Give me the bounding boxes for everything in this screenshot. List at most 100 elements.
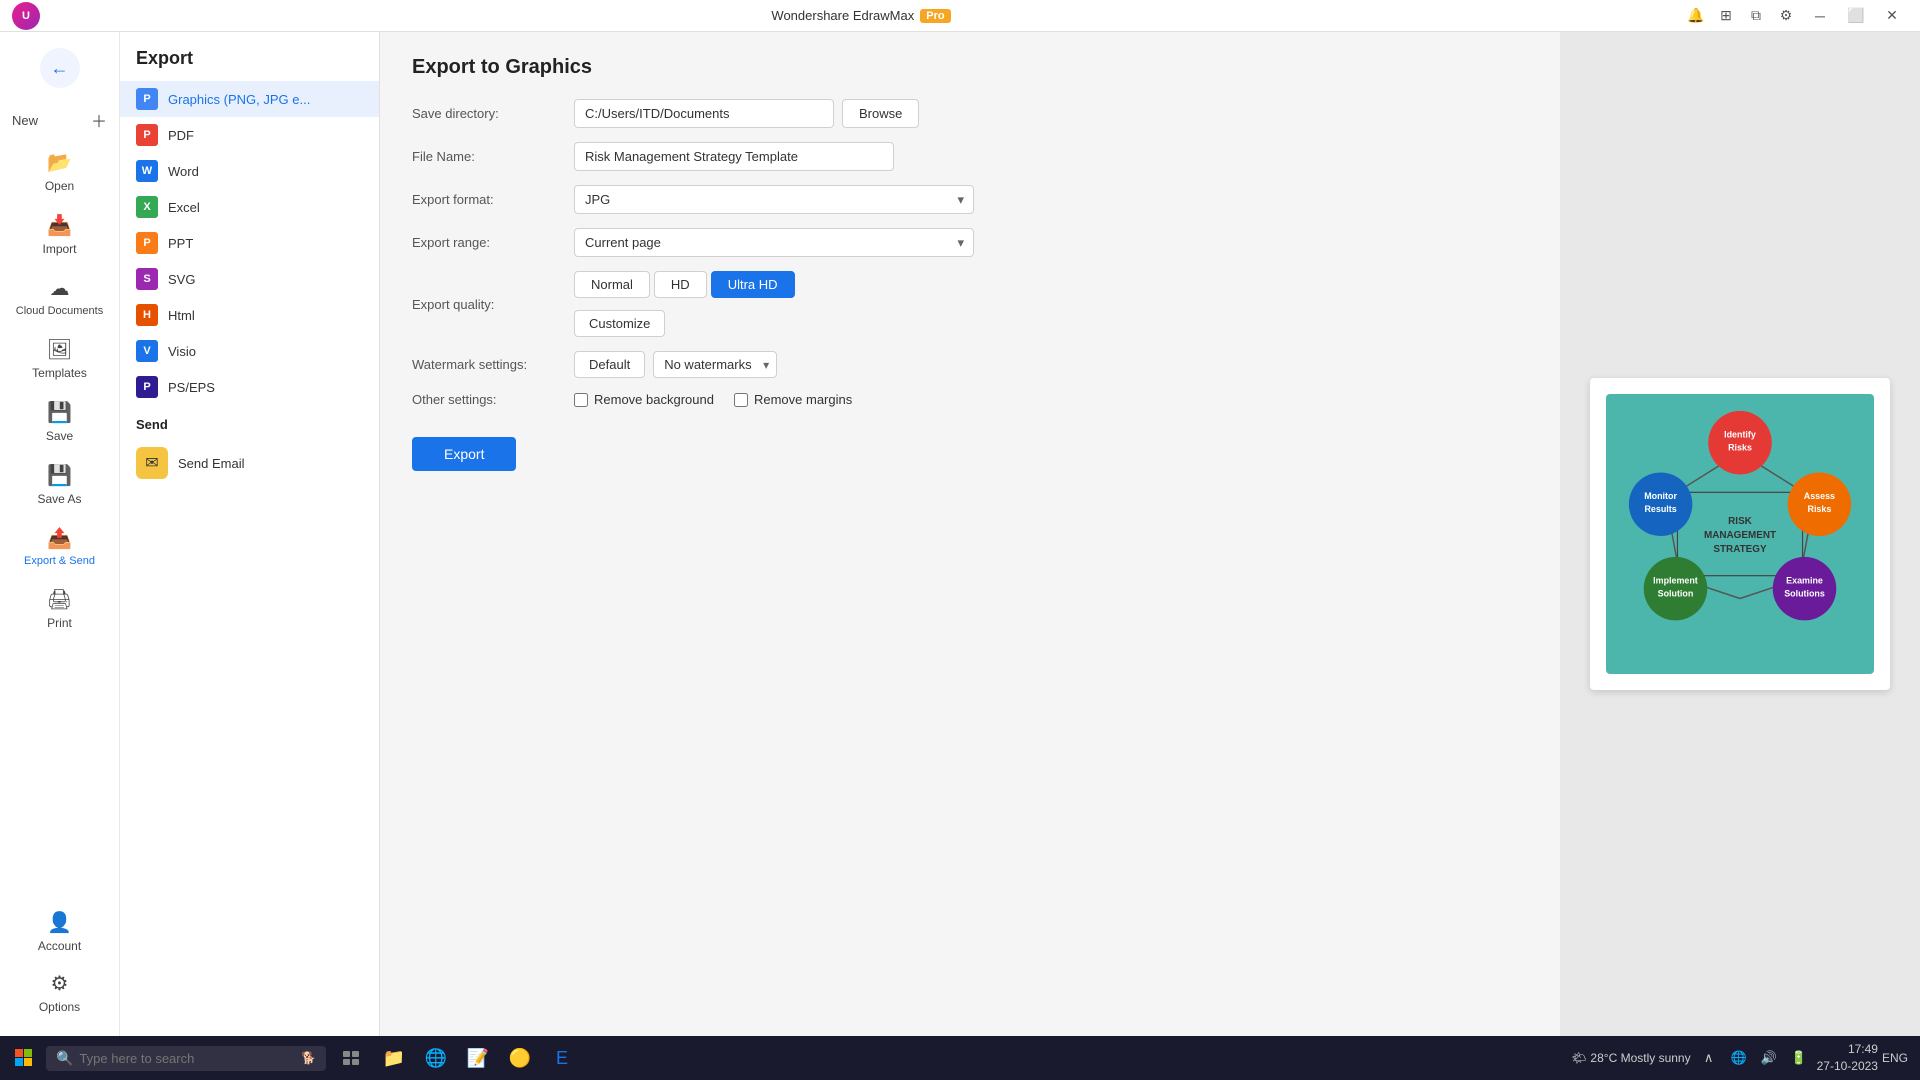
- watermark-select[interactable]: No watermarks Add watermark: [653, 351, 777, 378]
- taskbar-search-input[interactable]: [79, 1051, 279, 1066]
- send-section-label: Send: [120, 405, 379, 440]
- remove-background-checkbox[interactable]: [574, 393, 588, 407]
- edraw-icon: E: [556, 1048, 568, 1069]
- file-explorer-button[interactable]: 📁: [374, 1038, 414, 1078]
- svg-text:Examine: Examine: [1786, 576, 1823, 586]
- svg-text:Results: Results: [1644, 504, 1676, 514]
- excel-icon: X: [136, 196, 158, 218]
- network-icon[interactable]: 🌐: [1725, 1044, 1753, 1072]
- taskbar-search-bar[interactable]: 🔍 🐕: [46, 1046, 326, 1071]
- expand-tray-icon[interactable]: ∧: [1695, 1044, 1723, 1072]
- import-icon: 📥: [47, 213, 72, 238]
- close-button[interactable]: ✕: [1876, 2, 1908, 30]
- new-plus-icon: ＋: [91, 108, 107, 132]
- start-button[interactable]: [4, 1038, 44, 1078]
- nav-item-open[interactable]: 📂 Open: [8, 142, 111, 201]
- export-item-visio[interactable]: V Visio: [120, 333, 379, 369]
- time-display: 17:49: [1817, 1041, 1878, 1058]
- nav-item-account[interactable]: 👤 Account: [8, 902, 111, 961]
- battery-icon: 🔋: [1785, 1044, 1813, 1072]
- volume-icon[interactable]: 🔊: [1755, 1044, 1783, 1072]
- remove-margins-label[interactable]: Remove margins: [734, 392, 852, 407]
- templates-icon: 🖼: [47, 337, 72, 362]
- diagram-area: RISK MANAGEMENT STRATEGY Identify Risks …: [1606, 394, 1874, 674]
- save-directory-control: Browse: [574, 99, 919, 128]
- svg-text:Risks: Risks: [1808, 504, 1832, 514]
- edge-icon: 🌐: [425, 1048, 447, 1069]
- nav-item-templates[interactable]: 🖼 Templates: [8, 329, 111, 388]
- file-name-input[interactable]: [574, 142, 894, 171]
- export-item-excel[interactable]: X Excel: [120, 189, 379, 225]
- nav-item-new[interactable]: New ＋: [0, 100, 119, 140]
- notification-icon[interactable]: 🔔: [1682, 2, 1710, 30]
- clock[interactable]: 17:49 27-10-2023: [1817, 1041, 1878, 1075]
- export-item-html[interactable]: H Html: [120, 297, 379, 333]
- task-view-button[interactable]: [332, 1038, 372, 1078]
- content-area: Export to Graphics Save directory: Brows…: [380, 32, 1920, 1036]
- svg-text:Solutions: Solutions: [1784, 589, 1825, 599]
- nav-item-export[interactable]: 📤 Export & Send: [8, 518, 111, 575]
- export-item-pdf[interactable]: P PDF: [120, 117, 379, 153]
- export-quality-row: Export quality: Normal HD Ultra HD Custo…: [412, 271, 1528, 337]
- export-item-graphics[interactable]: P Graphics (PNG, JPG e...: [120, 81, 379, 117]
- remove-background-label[interactable]: Remove background: [574, 392, 714, 407]
- chrome-button[interactable]: 🟡: [500, 1038, 540, 1078]
- export-item-excel-label: Excel: [168, 200, 200, 215]
- export-item-pdf-label: PDF: [168, 128, 194, 143]
- export-label: Export & Send: [24, 555, 95, 567]
- chrome-icon: 🟡: [509, 1048, 531, 1069]
- export-button[interactable]: Export: [412, 437, 516, 471]
- visio-icon: V: [136, 340, 158, 362]
- form-title: Export to Graphics: [412, 56, 1528, 79]
- nav-item-save[interactable]: 💾 Save: [8, 392, 111, 451]
- layers-icon[interactable]: ⧉: [1742, 2, 1770, 30]
- maximize-button[interactable]: ⬜: [1840, 2, 1872, 30]
- svg-text:STRATEGY: STRATEGY: [1713, 544, 1767, 555]
- settings-icon[interactable]: ⚙: [1772, 2, 1800, 30]
- edraw-button[interactable]: E: [542, 1038, 582, 1078]
- export-range-select[interactable]: Current page All pages Selected objects: [574, 228, 974, 257]
- watermark-label: Watermark settings:: [412, 357, 562, 372]
- quality-normal-button[interactable]: Normal: [574, 271, 650, 298]
- options-label: Options: [39, 1000, 80, 1014]
- file-explorer-icon: 📁: [383, 1048, 405, 1069]
- export-range-row: Export range: Current page All pages Sel…: [412, 228, 1528, 257]
- export-format-select[interactable]: JPG PNG BMP TIFF GIF: [574, 185, 974, 214]
- nav-item-saveas[interactable]: 💾 Save As: [8, 455, 111, 514]
- export-item-word[interactable]: W Word: [120, 153, 379, 189]
- export-format-row: Export format: JPG PNG BMP TIFF GIF: [412, 185, 1528, 214]
- nav-item-print[interactable]: 🖨 Print: [8, 579, 111, 638]
- account-icon: 👤: [47, 910, 72, 935]
- send-email-icon: ✉: [136, 447, 168, 479]
- nav-item-import[interactable]: 📥 Import: [8, 205, 111, 264]
- send-email-item[interactable]: ✉ Send Email: [120, 440, 379, 486]
- avatar[interactable]: U: [12, 2, 40, 30]
- browse-button[interactable]: Browse: [842, 99, 919, 128]
- word-app-button[interactable]: 📝: [458, 1038, 498, 1078]
- minimize-button[interactable]: ─: [1804, 2, 1836, 30]
- edge-button[interactable]: 🌐: [416, 1038, 456, 1078]
- export-item-svg[interactable]: S SVG: [120, 261, 379, 297]
- export-item-ppt[interactable]: P PPT: [120, 225, 379, 261]
- export-form: Export to Graphics Save directory: Brows…: [380, 32, 1560, 1036]
- save-directory-input[interactable]: [574, 99, 834, 128]
- other-settings-row: Other settings: Remove background Remove…: [412, 392, 1528, 407]
- export-item-pseps[interactable]: P PS/EPS: [120, 369, 379, 405]
- quality-hd-button[interactable]: HD: [654, 271, 707, 298]
- taskbar: 🔍 🐕 📁 🌐 📝 🟡 E 🌤: [0, 1036, 1920, 1080]
- watermark-row: Watermark settings: Default No watermark…: [412, 351, 1528, 378]
- watermark-default-button[interactable]: Default: [574, 351, 645, 378]
- customize-button[interactable]: Customize: [574, 310, 665, 337]
- date-display: 27-10-2023: [1817, 1058, 1878, 1075]
- nav-bottom: 👤 Account ⚙ Options: [0, 900, 119, 1036]
- svg-text:Assess: Assess: [1804, 491, 1835, 501]
- nav-item-options[interactable]: ⚙ Options: [8, 963, 111, 1022]
- import-label: Import: [42, 242, 76, 256]
- svg-text:Solution: Solution: [1658, 589, 1694, 599]
- back-button[interactable]: ←: [40, 48, 80, 88]
- quality-ultrahd-button[interactable]: Ultra HD: [711, 271, 795, 298]
- save-directory-row: Save directory: Browse: [412, 99, 1528, 128]
- grid-icon[interactable]: ⊞: [1712, 2, 1740, 30]
- remove-margins-checkbox[interactable]: [734, 393, 748, 407]
- nav-item-cloud[interactable]: ☁ Cloud Documents: [8, 268, 111, 325]
